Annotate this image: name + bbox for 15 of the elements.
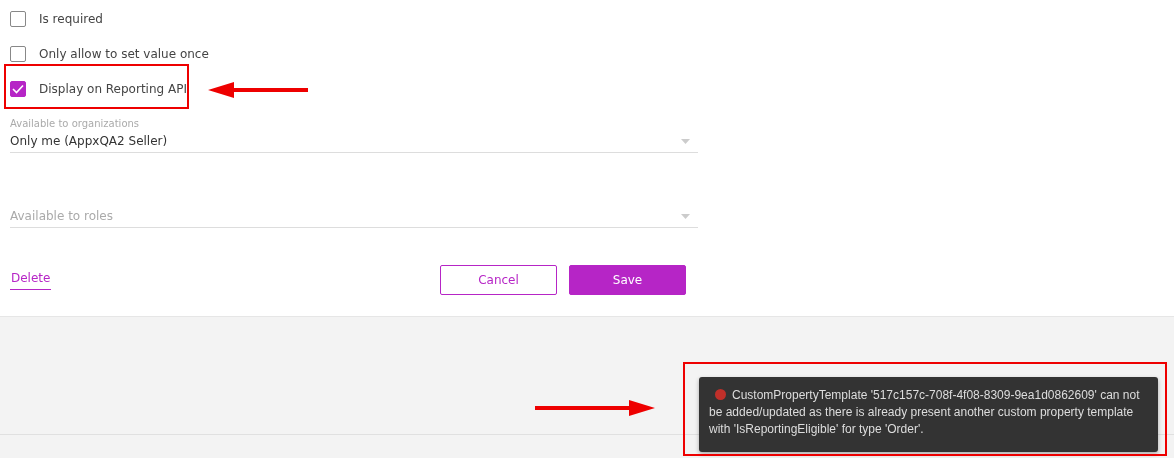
checkbox[interactable] <box>10 10 26 27</box>
caret-icon <box>681 213 690 219</box>
error-toast: CustomPropertyTemplate '517c157c-708f-4f08-8309-9ea1d0862609' can not be added/updated as there is already present another custom property template with 'IsReportingEligible' for type 'Order'. <box>699 377 1158 452</box>
checkbox-label: Display on Reporting API <box>39 81 187 96</box>
checkbox[interactable] <box>10 80 26 97</box>
save-button[interactable]: Save <box>569 265 686 295</box>
delete-link[interactable]: Delete <box>10 270 52 290</box>
cancel-button[interactable]: Cancel <box>440 265 557 295</box>
dropdown-field[interactable]: Only me (AppxQA2 Seller) <box>10 130 698 153</box>
error-icon <box>715 389 726 400</box>
checkbox[interactable] <box>10 45 26 62</box>
checkbox-label: Only allow to set value once <box>39 46 209 61</box>
field-label: Available to organizations <box>10 118 141 130</box>
checkbox-label: Is required <box>39 11 103 26</box>
caret-icon <box>681 138 690 144</box>
